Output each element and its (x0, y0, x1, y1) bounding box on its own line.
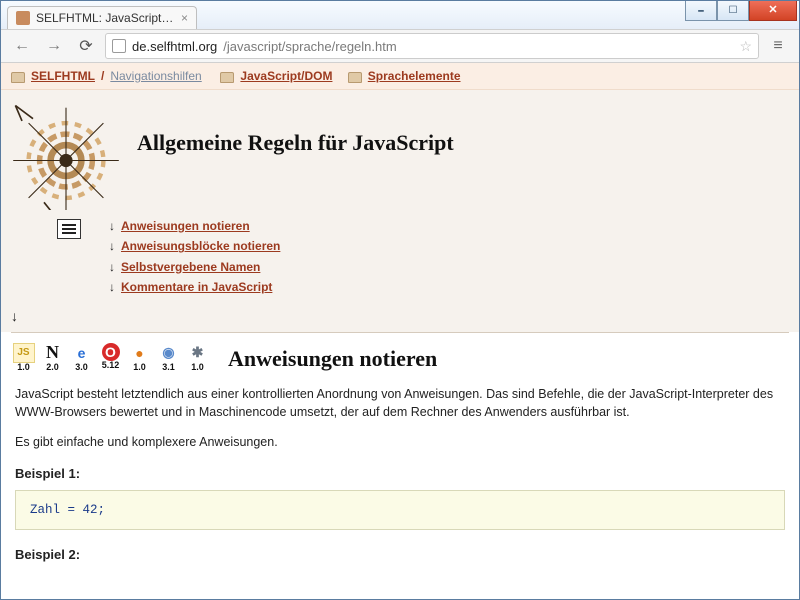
toc-toggle-button[interactable] (57, 219, 81, 239)
selfhtml-logo (11, 100, 121, 210)
window-maximize-button[interactable] (717, 1, 749, 21)
breadcrumb-sep: / (101, 69, 104, 83)
toc-item: Kommentare in JavaScript (109, 277, 280, 297)
breadcrumb-root[interactable]: SELFHTML (31, 69, 95, 83)
compat-ie-version: 3.0 (75, 362, 88, 372)
compat-konq-version: 1.0 (191, 362, 204, 372)
tab-close-icon[interactable]: × (181, 11, 188, 25)
folder-icon (348, 72, 362, 83)
page-content: SELFHTML / Navigationshilfen JavaScript/DO… (1, 63, 799, 581)
bookmark-star-icon[interactable]: ☆ (739, 38, 752, 55)
toc-item: Selbstvergebene Namen (109, 257, 280, 277)
toc-link[interactable]: Anweisungsblöcke notieren (121, 236, 280, 256)
section-body: JavaScript besteht letztendlich aus eine… (1, 375, 799, 581)
page-viewport[interactable]: SELFHTML / Navigationshilfen JavaScript/DO… (1, 63, 799, 599)
toc-row: Anweisungen notieren Anweisungsblöcke no… (1, 216, 799, 308)
example-label: Beispiel 1: (15, 465, 785, 484)
forward-button[interactable]: → (41, 33, 67, 59)
toc-item: Anweisungsblöcke notieren (109, 236, 280, 256)
example-label: Beispiel 2: (15, 546, 785, 565)
toc-link[interactable]: Kommentare in JavaScript (121, 277, 272, 297)
compat-js-version: 1.0 (17, 362, 30, 372)
compat-ie-icon: e3.0 (69, 343, 94, 375)
url-path: /javascript/sprache/regeln.htm (223, 39, 396, 54)
compat-js-icon: JS1.0 (11, 343, 36, 375)
section-title: Anweisungen notieren (228, 346, 437, 372)
compat-opera-icon: O5.12 (98, 343, 123, 375)
compat-safari-version: 3.1 (162, 362, 175, 372)
browser-window: SELFHTML: JavaScript / Sp… × ← → ⟳ de.se… (0, 0, 800, 600)
window-titlebar: SELFHTML: JavaScript / Sp… × (1, 1, 799, 29)
compat-firefox-version: 1.0 (133, 362, 146, 372)
browser-toolbar: ← → ⟳ de.selfhtml.org/javascript/sprache… (1, 29, 799, 63)
page-header: Allgemeine Regeln für JavaScript (1, 90, 799, 216)
address-bar[interactable]: de.selfhtml.org/javascript/sprache/regel… (105, 33, 759, 59)
toc-link[interactable]: Anweisungen notieren (121, 216, 250, 236)
compat-konq-icon: ✱1.0 (185, 343, 210, 375)
page-title: Allgemeine Regeln für JavaScript (137, 130, 454, 156)
browser-tab[interactable]: SELFHTML: JavaScript / Sp… × (7, 6, 197, 29)
compat-firefox-icon: ●1.0 (127, 343, 152, 375)
compat-safari-icon: ◉3.1 (156, 343, 181, 375)
breadcrumb-navhelp[interactable]: Navigationshilfen (110, 69, 201, 83)
header-text: Allgemeine Regeln für JavaScript (137, 100, 454, 210)
scroll-down-hint: ↓ (1, 308, 799, 332)
browser-menu-button[interactable]: ≡ (765, 33, 791, 59)
folder-icon (11, 72, 25, 83)
window-minimize-button[interactable] (685, 1, 717, 21)
compat-netscape-icon: N2.0 (40, 343, 65, 375)
window-close-button[interactable] (749, 1, 797, 21)
table-of-contents: Anweisungen notieren Anweisungsblöcke no… (109, 216, 280, 298)
browser-compat-row: JS1.0 N2.0 e3.0 O5.12 ●1.0 ◉3.1 ✱1.0 Anw… (1, 343, 799, 375)
paragraph: JavaScript besteht letztendlich aus eine… (15, 385, 785, 421)
reload-button[interactable]: ⟳ (73, 33, 99, 59)
toc-item: Anweisungen notieren (109, 216, 280, 236)
code-block: Zahl = 42; (15, 490, 785, 530)
window-buttons (685, 1, 797, 21)
favicon (16, 11, 30, 25)
breadcrumb-sub[interactable]: Sprachelemente (368, 69, 461, 83)
folder-icon (220, 72, 234, 83)
breadcrumb-section[interactable]: JavaScript/DOM (240, 69, 332, 83)
site-info-icon[interactable] (112, 39, 126, 53)
paragraph: Es gibt einfache und komplexere Anweisun… (15, 433, 785, 451)
breadcrumb: SELFHTML / Navigationshilfen JavaScript/DO… (1, 63, 799, 90)
url-host: de.selfhtml.org (132, 39, 217, 54)
compat-opera-version: 5.12 (102, 360, 120, 370)
compat-netscape-version: 2.0 (46, 362, 59, 372)
divider (11, 332, 789, 333)
tab-title: SELFHTML: JavaScript / Sp… (36, 11, 175, 25)
toc-link[interactable]: Selbstvergebene Namen (121, 257, 260, 277)
back-button[interactable]: ← (9, 33, 35, 59)
tab-strip: SELFHTML: JavaScript / Sp… × (7, 6, 197, 29)
